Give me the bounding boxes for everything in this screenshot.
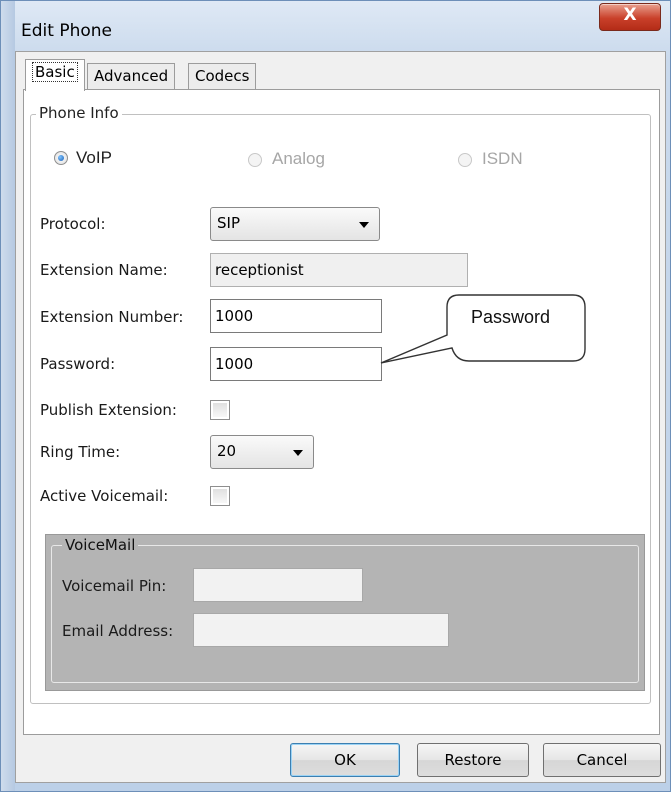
voicemail-legend: VoiceMail: [62, 536, 139, 554]
password-field[interactable]: 1000: [210, 347, 382, 381]
voicemail-pin-field[interactable]: [193, 568, 363, 602]
tab-advanced-label: Advanced: [94, 67, 169, 85]
email-address-field[interactable]: [193, 613, 449, 647]
active-voicemail-checkbox[interactable]: [210, 486, 230, 506]
chevron-down-icon: [293, 450, 303, 456]
extension-name-field[interactable]: receptionist: [210, 253, 468, 287]
extension-number-label: Extension Number:: [40, 308, 184, 326]
cancel-button[interactable]: Cancel: [543, 743, 661, 777]
voip-radio[interactable]: [54, 151, 68, 165]
extension-number-field[interactable]: 1000: [210, 299, 382, 333]
ok-button[interactable]: OK: [290, 743, 400, 777]
voicemail-pin-label: Voicemail Pin:: [62, 577, 167, 595]
voip-radio-label[interactable]: VoIP: [76, 148, 112, 168]
ring-time-label: Ring Time:: [40, 443, 121, 461]
tab-advanced[interactable]: Advanced: [87, 63, 176, 89]
extension-name-label: Extension Name:: [40, 261, 168, 279]
tab-codecs[interactable]: Codecs: [188, 63, 257, 89]
voicemail-group-frame: VoiceMail Voicemail Pin: Email Address:: [51, 536, 639, 683]
publish-extension-label: Publish Extension:: [40, 401, 177, 419]
window-title: Edit Phone: [21, 21, 112, 41]
isdn-radio[interactable]: [458, 153, 472, 167]
analog-radio-label[interactable]: Analog: [272, 149, 325, 169]
tab-codecs-label: Codecs: [195, 67, 250, 85]
ring-time-select[interactable]: 20: [210, 435, 314, 469]
edit-phone-dialog: Edit Phone X Basic Advanced Codecs Phone…: [0, 0, 671, 792]
tab-basic-label: Basic: [32, 62, 78, 82]
active-voicemail-label: Active Voicemail:: [40, 487, 169, 505]
close-button[interactable]: X: [599, 3, 661, 31]
protocol-select[interactable]: SIP: [210, 207, 380, 241]
ring-time-select-value: 20: [217, 442, 237, 460]
isdn-radio-label[interactable]: ISDN: [482, 149, 523, 169]
title-bar[interactable]: Edit Phone X: [1, 1, 670, 49]
protocol-label: Protocol:: [40, 215, 106, 233]
close-icon: X: [623, 5, 637, 25]
restore-button[interactable]: Restore: [417, 743, 529, 777]
tab-basic[interactable]: Basic: [25, 59, 85, 91]
protocol-select-value: SIP: [217, 214, 240, 232]
phone-info-legend: Phone Info: [36, 104, 122, 122]
publish-extension-checkbox[interactable]: [210, 400, 230, 420]
chevron-down-icon: [359, 222, 369, 228]
email-address-label: Email Address:: [62, 622, 174, 640]
voicemail-group: VoiceMail Voicemail Pin: Email Address:: [45, 534, 645, 691]
password-label: Password:: [40, 355, 116, 373]
analog-radio[interactable]: [248, 153, 262, 167]
callout-text: Password: [471, 307, 551, 327]
